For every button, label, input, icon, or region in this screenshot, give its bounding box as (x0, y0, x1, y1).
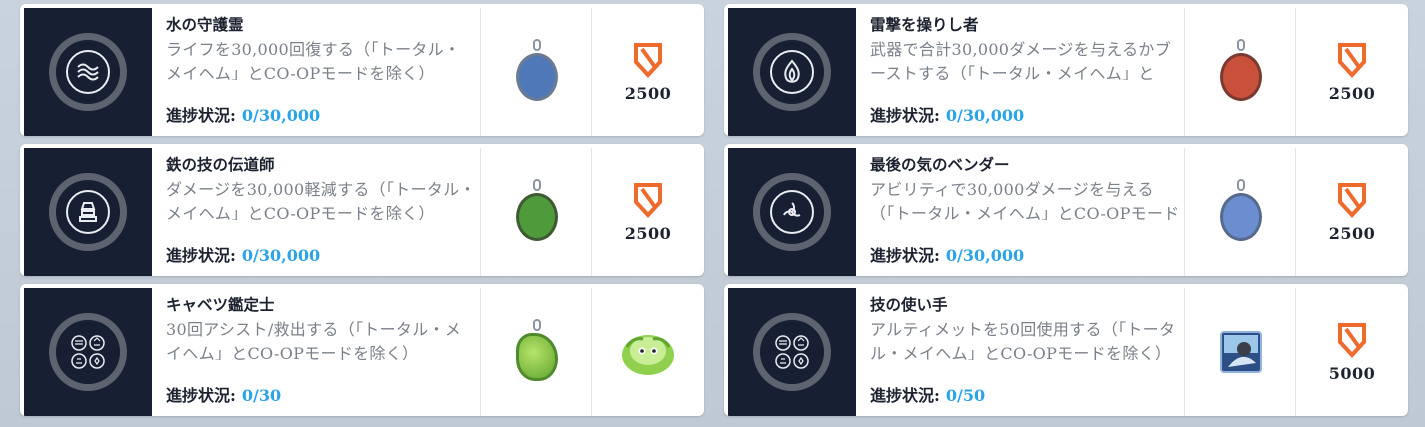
water-icon (66, 50, 110, 94)
achievement-title: 雷撃を操りし者 (870, 15, 979, 34)
achievement-title: 最後の気のベンダー (870, 155, 1010, 174)
achievement-ring (49, 173, 127, 251)
achievement-description: ライフを30,000回復する（「トータル・メイヘム」とCO-OPモードを除く） (166, 40, 461, 80)
progress-value: 0/30,000 (241, 106, 321, 125)
achievement-card[interactable]: 雷撃を操りし者 武器で合計30,000ダメージを与えるかブーストする（「トータル… (724, 4, 1408, 136)
achievement-progress: 進捗状況: 0/30 (166, 382, 281, 406)
achievement-icon-panel (24, 148, 152, 276)
reward-points[interactable]: 2500 (1295, 148, 1408, 276)
reward-points[interactable]: 5000 (1295, 288, 1408, 416)
water-charm-icon (514, 39, 560, 105)
achievement-icon-panel (728, 148, 856, 276)
reward-item[interactable] (480, 288, 593, 416)
achievement-ring (49, 33, 127, 111)
achievement-progress: 進捗状況: 0/30,000 (166, 242, 320, 266)
shield-icon (634, 182, 662, 218)
reward-points-value: 2500 (1328, 223, 1376, 243)
progress-label: 進捗状況: (870, 246, 940, 265)
progress-value: 0/30,000 (945, 106, 1025, 125)
achievement-ring (753, 33, 831, 111)
shield-icon (634, 42, 662, 78)
achievement-icon-panel (728, 8, 856, 136)
achievement-description: 30回アシスト/救出する（「トータル・メイヘム」とCO-OPモードを除く） (166, 320, 462, 360)
reward-points[interactable]: 2500 (591, 8, 704, 136)
shield-icon (1338, 182, 1366, 218)
reward-points-value: 2500 (624, 223, 672, 243)
air-charm-icon (1218, 179, 1264, 245)
progress-label: 進捗状況: (166, 386, 236, 405)
achievement-description: ダメージを30,000軽減する（「トータル・メイヘム」とCO-OPモードを除く） (166, 180, 476, 220)
progress-label: 進捗状況: (870, 386, 940, 405)
achievement-title: 水の守護霊 (166, 15, 244, 34)
player-card-icon (1220, 331, 1262, 373)
earth-icon (66, 190, 110, 234)
progress-label: 進捗状況: (870, 106, 940, 125)
achievement-card[interactable]: キャベツ鑑定士 30回アシスト/救出する（「トータル・メイヘム」とCO-OPモー… (20, 284, 704, 416)
achievement-progress: 進捗状況: 0/30,000 (166, 102, 320, 126)
earth-charm-icon (514, 179, 560, 245)
achievement-ring (49, 313, 127, 391)
achievement-icon-panel (24, 288, 152, 416)
reward-item[interactable] (480, 148, 593, 276)
reward-points[interactable]: 2500 (591, 148, 704, 276)
achievement-card[interactable]: 最後の気のベンダー アビリティで30,000ダメージを与える（「トータル・メイヘ… (724, 144, 1408, 276)
achievement-progress: 進捗状況: 0/30,000 (870, 242, 1024, 266)
achievement-description: アルティメットを50回使用する（「トータル・メイヘム」とCO-OPモードを除く） (870, 320, 1176, 360)
fire-icon (770, 50, 814, 94)
reward-item[interactable] (1184, 148, 1297, 276)
reward-points-value: 2500 (624, 83, 672, 103)
cabbage-spray-icon (622, 335, 674, 375)
four-elements-icon (772, 332, 812, 372)
achievement-ring (753, 313, 831, 391)
reward-points-value: 5000 (1328, 363, 1376, 383)
achievement-title: 鉄の技の伝道師 (166, 155, 275, 174)
reward-item[interactable] (1184, 288, 1297, 416)
progress-label: 進捗状況: (166, 246, 236, 265)
reward-points[interactable]: 2500 (1295, 8, 1408, 136)
shield-icon (1338, 42, 1366, 78)
achievement-icon-panel (24, 8, 152, 136)
progress-value: 0/30,000 (945, 246, 1025, 265)
reward-points-value: 2500 (1328, 83, 1376, 103)
progress-value: 0/50 (945, 386, 986, 405)
achievement-icon-panel (728, 288, 856, 416)
achievement-card[interactable]: 水の守護霊 ライフを30,000回復する（「トータル・メイヘム」とCO-OPモー… (20, 4, 704, 136)
achievement-card[interactable]: 技の使い手 アルティメットを50回使用する（「トータル・メイヘム」とCO-OPモ… (724, 284, 1408, 416)
achievement-description: 武器で合計30,000ダメージを与えるかブーストする（「トータル・メイヘム」とC… (870, 40, 1172, 80)
achievement-card[interactable]: 鉄の技の伝道師 ダメージを30,000軽減する（「トータル・メイヘム」とCO-O… (20, 144, 704, 276)
achievement-title: 技の使い手 (870, 295, 948, 314)
progress-label: 進捗状況: (166, 106, 236, 125)
cabbage-charm-icon (514, 319, 560, 385)
achievement-description: アビリティで30,000ダメージを与える（「トータル・メイヘム」とCO-OPモー… (870, 180, 1180, 220)
shield-icon (1338, 322, 1366, 358)
achievement-progress: 進捗状況: 0/30,000 (870, 102, 1024, 126)
four-elements-icon (68, 332, 108, 372)
achievement-progress: 進捗状況: 0/50 (870, 382, 985, 406)
achievement-ring (753, 173, 831, 251)
air-icon (770, 190, 814, 234)
reward-extra[interactable] (591, 288, 704, 416)
reward-item[interactable] (480, 8, 593, 136)
progress-value: 0/30,000 (241, 246, 321, 265)
reward-item[interactable] (1184, 8, 1297, 136)
fire-charm-icon (1218, 39, 1264, 105)
progress-value: 0/30 (241, 386, 282, 405)
achievement-title: キャベツ鑑定士 (166, 295, 275, 314)
